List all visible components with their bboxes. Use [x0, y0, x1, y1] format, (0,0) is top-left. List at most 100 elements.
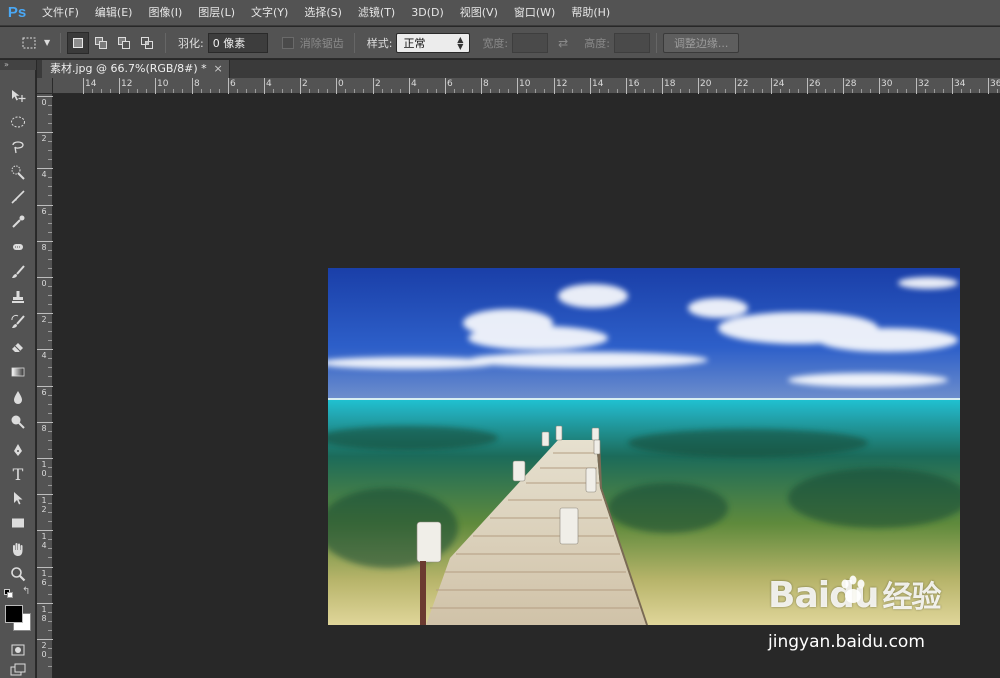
ruler-minor-tick — [635, 89, 636, 93]
ruler-minor-tick — [725, 89, 726, 93]
feather-input[interactable] — [207, 32, 268, 53]
antialias-checkbox[interactable] — [281, 36, 294, 49]
ruler-minor-tick — [689, 89, 690, 93]
horizontal-ruler[interactable]: 14 12 10 8 6 4 2 0 2 4 6 8 10 12 14 16 18 20 22 24 26 28 30 32 3… — [53, 78, 1000, 94]
eraser-tool[interactable] — [0, 335, 36, 359]
ruler-minor-tick — [780, 89, 781, 93]
gradient-tool[interactable] — [0, 360, 36, 384]
vertical-ruler[interactable]: 0 2 4 6 8 0 2 4 6 8 10 12 14 16 18 20 — [37, 94, 53, 678]
quick-mask-icon — [11, 644, 25, 656]
ruler-minor-tick — [48, 657, 52, 658]
menu-edit[interactable]: 编辑(E) — [87, 0, 141, 26]
ruler-label: 6 — [230, 79, 236, 89]
add-to-selection-button[interactable] — [90, 32, 112, 54]
close-icon[interactable]: × — [213, 60, 222, 78]
swap-icon[interactable]: ⇄ — [558, 36, 568, 50]
zoom-tool[interactable] — [0, 562, 36, 586]
clone-stamp-tool[interactable] — [0, 285, 36, 309]
refine-edge-button[interactable]: 调整边缘... — [662, 32, 740, 53]
rectangle-shape-tool[interactable] — [0, 511, 36, 535]
ruler-minor-tick — [210, 89, 211, 93]
lasso-tool[interactable] — [0, 135, 36, 159]
tool-preset-picker[interactable] — [14, 31, 44, 55]
ruler-minor-tick — [255, 89, 256, 93]
screen-mode-button[interactable] — [0, 662, 36, 678]
elliptical-marquee-tool[interactable] — [0, 110, 36, 134]
menu-3d[interactable]: 3D(D) — [403, 0, 452, 26]
ruler-label: 12 — [41, 496, 47, 514]
ruler-minor-tick — [934, 89, 935, 93]
document-tab[interactable]: 素材.jpg @ 66.7%(RGB/8#) * × — [42, 60, 230, 78]
ruler-minor-tick — [48, 449, 52, 450]
ruler-minor-tick — [146, 89, 147, 93]
ruler-minor-tick — [48, 440, 52, 441]
ruler-minor-tick — [816, 89, 817, 93]
ruler-label: 6 — [41, 207, 47, 216]
foreground-color-swatch[interactable] — [5, 605, 23, 623]
ruler-minor-tick — [237, 89, 238, 93]
intersect-selection-button[interactable] — [136, 32, 158, 54]
eyedropper-tool[interactable] — [0, 210, 36, 234]
ruler-minor-tick — [48, 105, 52, 106]
menu-select[interactable]: 选择(S) — [296, 0, 350, 26]
height-input[interactable] — [613, 32, 650, 53]
hand-tool[interactable] — [0, 537, 36, 561]
divider — [655, 32, 657, 53]
width-input[interactable] — [512, 32, 549, 53]
default-colors-icon[interactable] — [4, 589, 13, 598]
ruler-minor-tick — [48, 268, 52, 269]
ruler-label: 10 — [519, 79, 531, 89]
ruler-major-tick — [83, 78, 84, 94]
ruler-major-tick — [300, 78, 301, 94]
tools-panel: T ↰ — [0, 70, 36, 678]
ruler-minor-tick — [979, 89, 980, 93]
ruler-minor-tick — [327, 89, 328, 93]
pen-tool[interactable] — [0, 438, 36, 462]
style-select[interactable]: 正常 ▲ ▼ — [396, 32, 471, 53]
ruler-minor-tick — [490, 89, 491, 93]
menu-image[interactable]: 图像(I) — [140, 0, 190, 26]
ruler-label: 2 — [41, 134, 47, 143]
ruler-minor-tick — [535, 89, 536, 93]
quick-mask-button[interactable] — [0, 638, 36, 662]
ruler-label: 2 — [41, 315, 47, 324]
menu-window[interactable]: 窗口(W) — [506, 0, 563, 26]
menu-file[interactable]: 文件(F) — [34, 0, 87, 26]
menu-type[interactable]: 文字(Y) — [243, 0, 296, 26]
spot-healing-tool[interactable] — [0, 235, 36, 259]
ruler-minor-tick — [852, 89, 853, 93]
crop-tool[interactable] — [0, 185, 36, 209]
ruler-major-tick — [988, 78, 989, 94]
quick-selection-tool[interactable] — [0, 160, 36, 184]
path-selection-tool[interactable] — [0, 486, 36, 510]
menu-filter[interactable]: 滤镜(T) — [350, 0, 403, 26]
ruler-minor-tick — [48, 232, 52, 233]
ruler-major-tick — [37, 530, 53, 531]
ruler-major-tick — [916, 78, 917, 94]
ruler-origin[interactable] — [37, 78, 53, 94]
ruler-label: 8 — [41, 424, 47, 433]
menu-view[interactable]: 视图(V) — [452, 0, 506, 26]
history-brush-tool[interactable] — [0, 310, 36, 334]
subtract-from-selection-button[interactable] — [113, 32, 135, 54]
brush-tool[interactable] — [0, 260, 36, 284]
menu-help[interactable]: 帮助(H) — [563, 0, 618, 26]
new-selection-icon — [73, 37, 83, 48]
menu-layer[interactable]: 图层(L) — [190, 0, 243, 26]
ruler-major-tick — [735, 78, 736, 94]
blur-tool[interactable] — [0, 385, 36, 409]
ruler-minor-tick — [653, 89, 654, 93]
ruler-minor-tick — [318, 89, 319, 93]
move-tool[interactable] — [0, 84, 36, 108]
ruler-label: 2 — [375, 79, 381, 89]
type-tool[interactable]: T — [0, 462, 36, 486]
new-selection-button[interactable] — [67, 31, 89, 54]
ruler-label: 4 — [41, 351, 47, 360]
toolbar-collapse-grip[interactable]: » — [0, 60, 36, 70]
dodge-tool[interactable] — [0, 410, 36, 434]
ruler-major-tick — [119, 78, 120, 94]
crop-icon — [11, 190, 25, 204]
move-tool-icon — [12, 90, 26, 102]
swap-colors-icon[interactable]: ↰ — [22, 586, 30, 597]
chevron-down-icon[interactable]: ▼ — [44, 38, 54, 47]
